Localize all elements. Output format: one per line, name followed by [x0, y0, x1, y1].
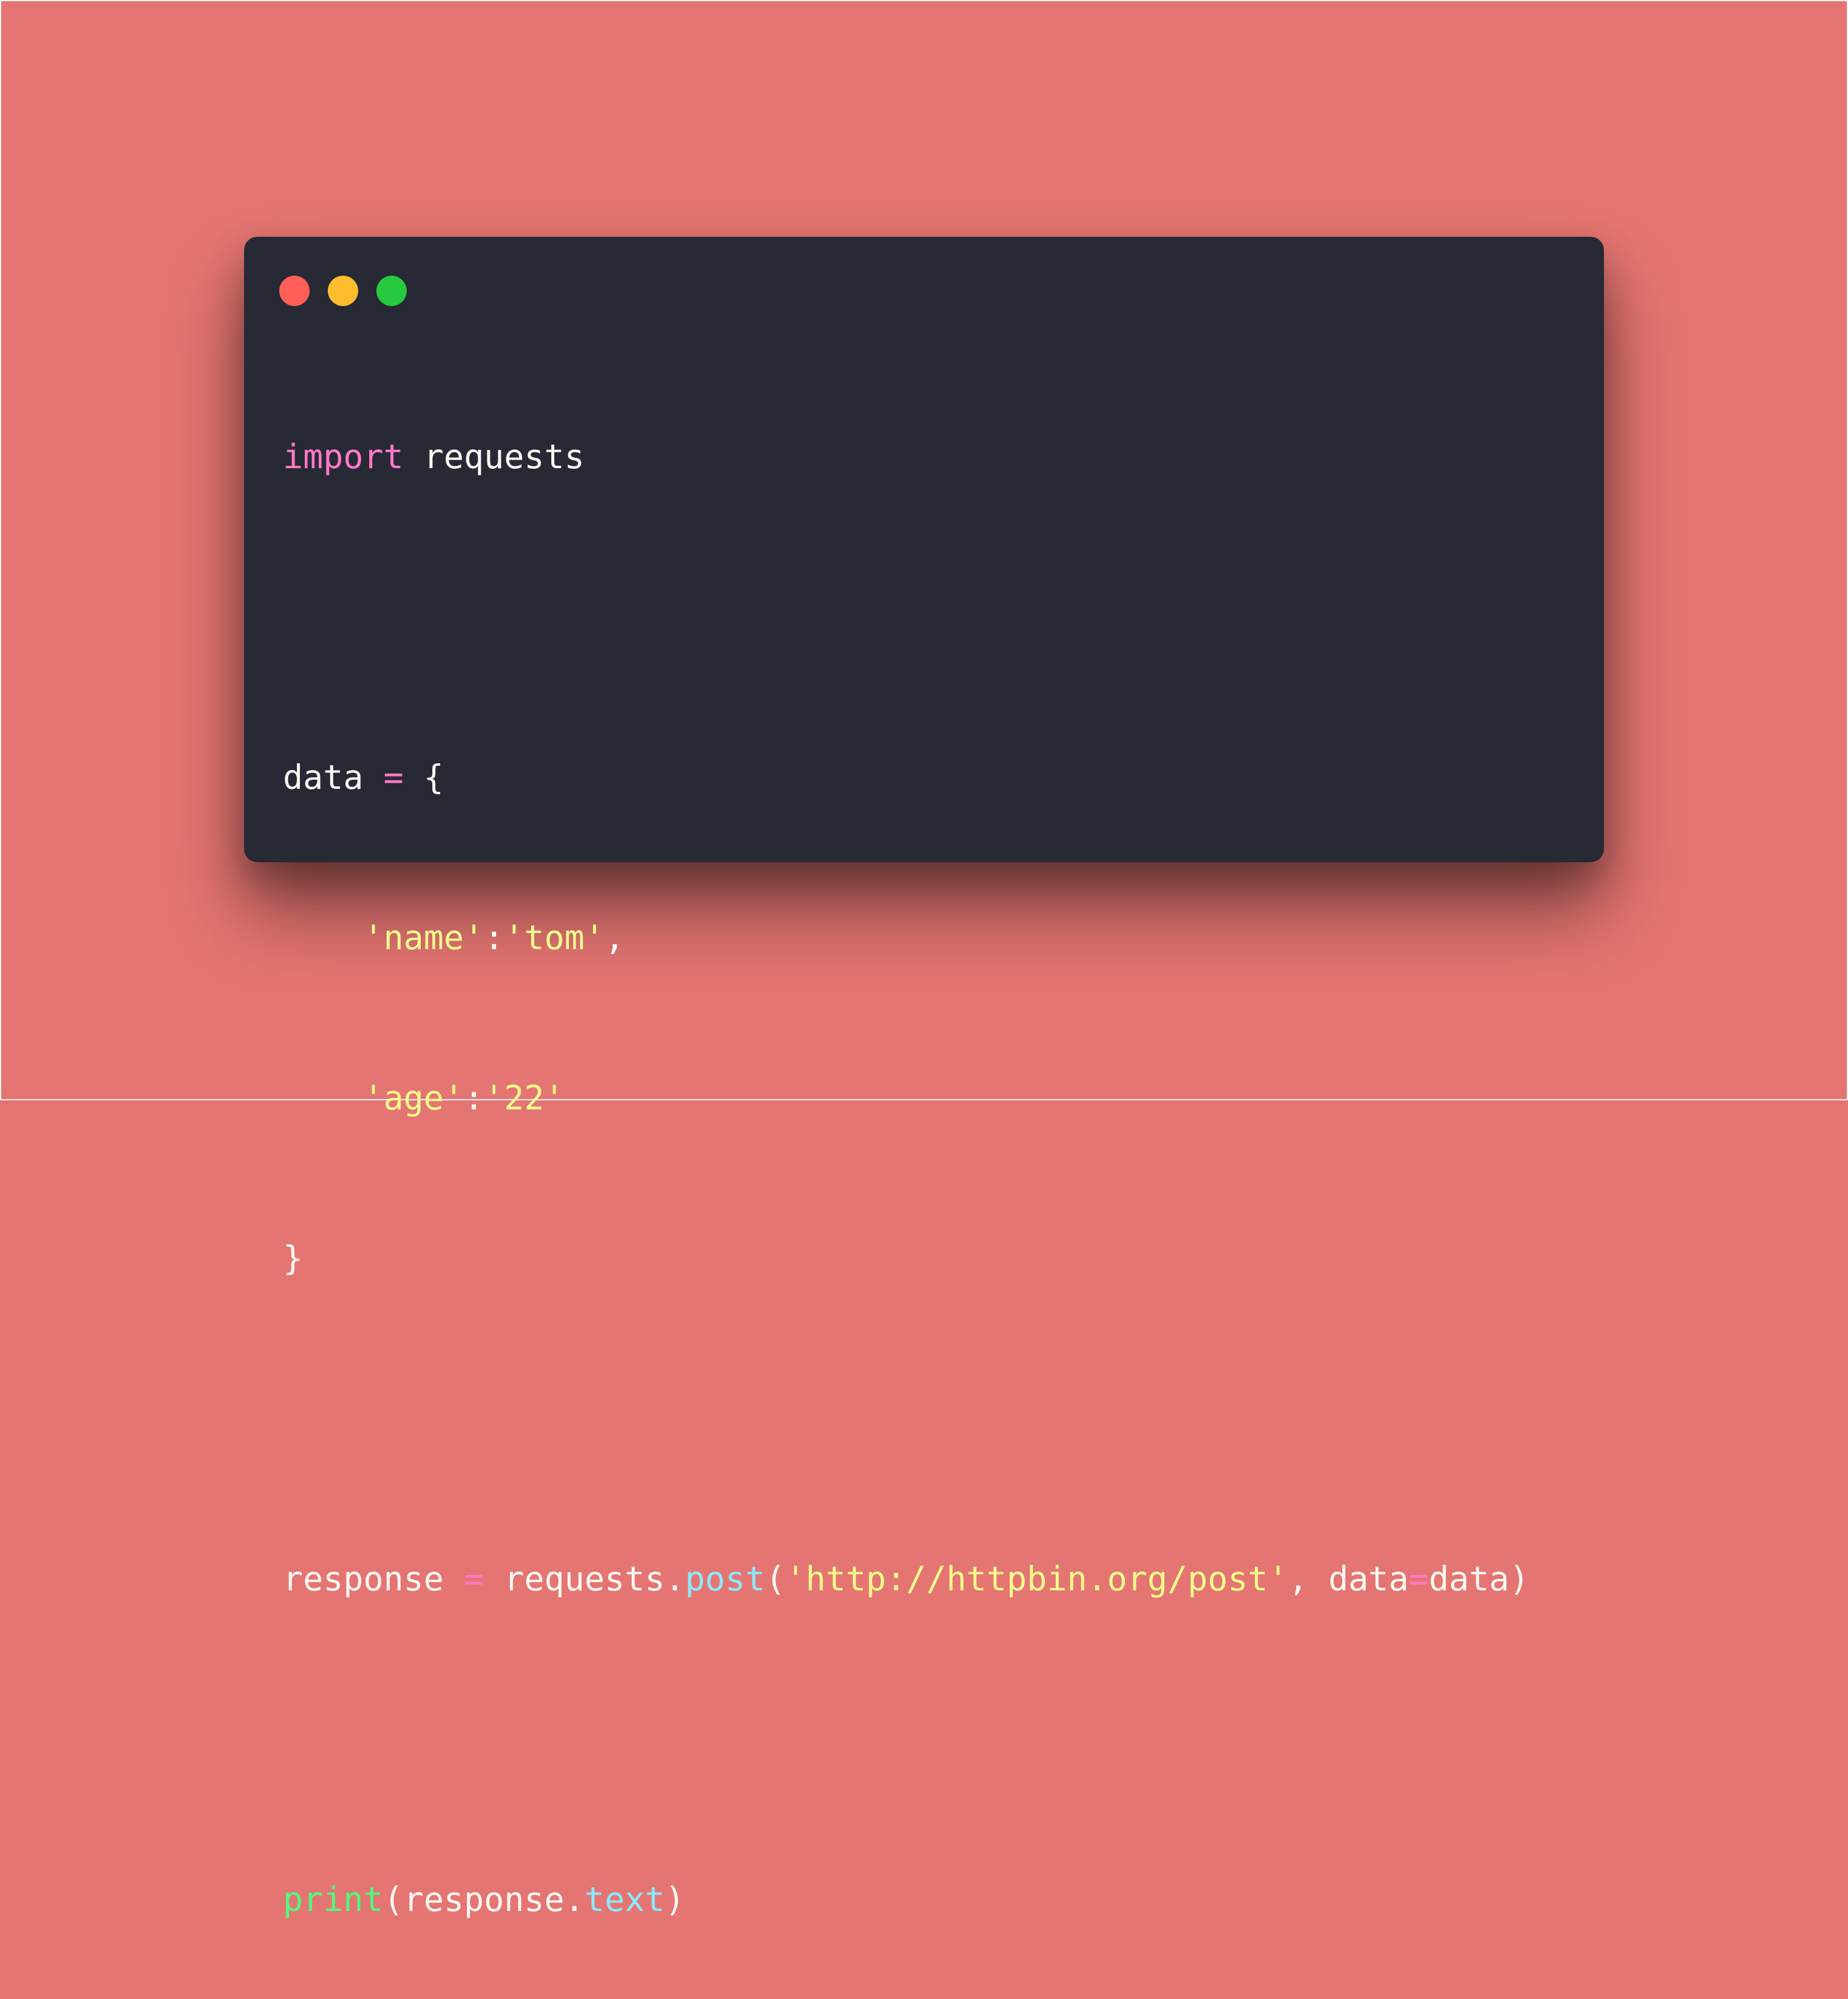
module-name: requests: [403, 437, 585, 476]
kwarg-equals: =: [1408, 1559, 1429, 1598]
post-method: post: [685, 1559, 766, 1598]
zoom-dot-icon[interactable]: [376, 276, 407, 306]
colon: :: [484, 918, 504, 957]
code-line-2: data = {: [283, 755, 1529, 799]
code-line-3: 'name':'tom',: [283, 916, 1529, 959]
code-line-7: print(response.text): [283, 1878, 1529, 1921]
dict-key-age: 'age': [363, 1078, 464, 1117]
text-attribute: text: [584, 1880, 665, 1919]
argument-separator: ,: [1288, 1559, 1328, 1598]
close-paren: ): [1509, 1559, 1530, 1598]
code-line-4: 'age':'22': [283, 1076, 1529, 1120]
colon: :: [464, 1078, 484, 1117]
requests-object: requests.: [504, 1559, 685, 1598]
window-controls: [279, 276, 407, 306]
open-paren: (: [383, 1880, 404, 1919]
assign-operator: =: [383, 758, 404, 797]
close-dot-icon[interactable]: [279, 276, 310, 306]
variable-response: response: [283, 1559, 444, 1598]
print-builtin: print: [283, 1880, 384, 1919]
minimize-dot-icon[interactable]: [328, 276, 358, 306]
code-block: import requests data = { 'name':'tom', '…: [283, 357, 1529, 1999]
response-object: response.: [403, 1880, 585, 1919]
open-brace: {: [403, 758, 444, 797]
dict-value-tom: 'tom': [504, 918, 605, 957]
code-window: import requests data = { 'name':'tom', '…: [244, 237, 1604, 1919]
variable-data: data: [283, 758, 364, 797]
url-string: 'http://httpbin.org/post': [785, 1559, 1288, 1598]
kwarg-name: data: [1328, 1559, 1409, 1598]
close-paren: ): [665, 1880, 685, 1919]
open-paren: (: [765, 1559, 786, 1598]
code-line-1: import requests: [283, 435, 1529, 478]
close-brace: }: [283, 1239, 304, 1278]
dict-value-22: '22': [484, 1078, 565, 1117]
code-line-5: }: [283, 1236, 1529, 1280]
keyword-import: import: [283, 437, 404, 476]
dict-key-name: 'name': [363, 918, 484, 957]
assign-operator: =: [464, 1559, 484, 1598]
code-line-6: response = requests.post('http://httpbin…: [283, 1557, 1529, 1601]
kwarg-value: data: [1428, 1559, 1509, 1598]
comma: ,: [604, 918, 625, 957]
